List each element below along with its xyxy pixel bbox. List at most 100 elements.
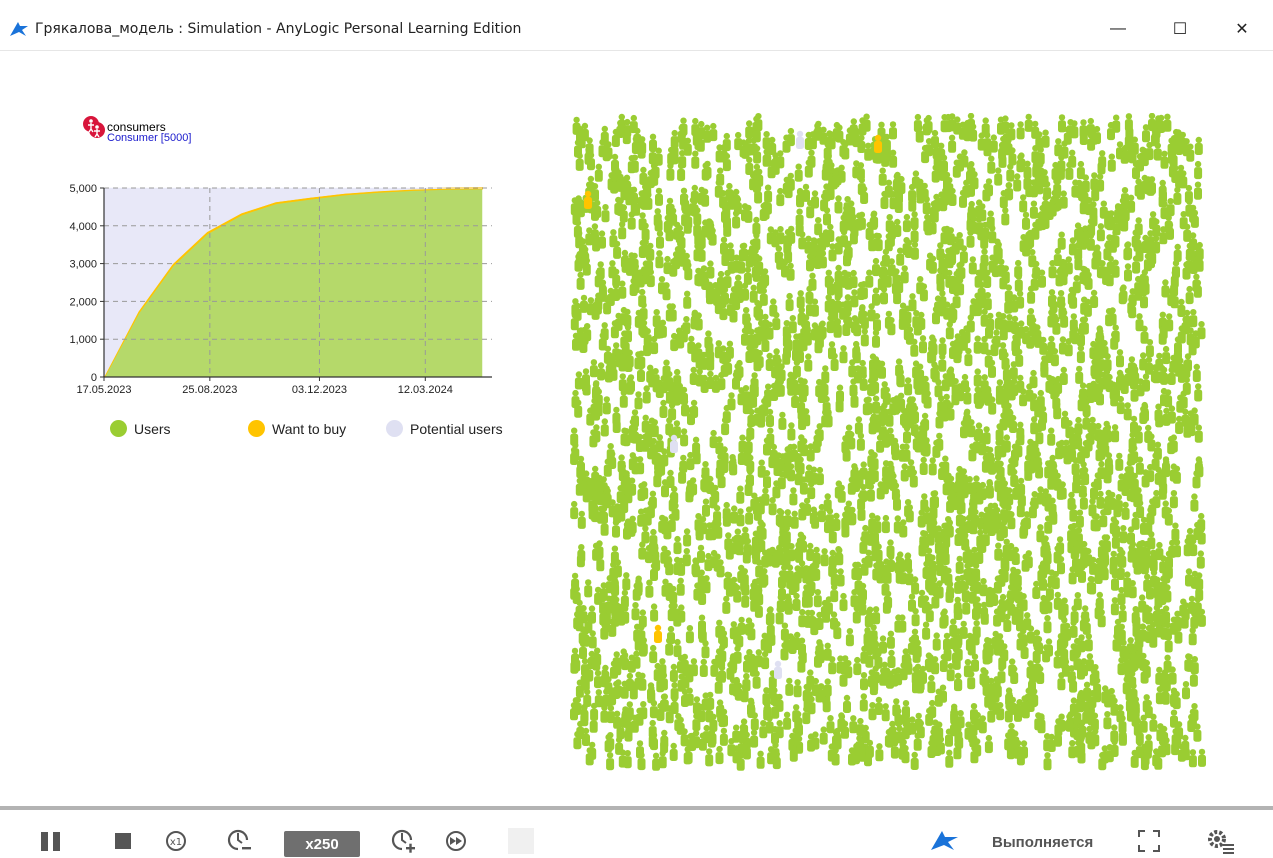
- agent-user: [889, 150, 897, 168]
- agent-user: [795, 164, 803, 182]
- agent-user: [626, 350, 634, 368]
- agent-user: [1155, 353, 1163, 371]
- agent-user: [618, 454, 626, 472]
- agent-user: [733, 679, 741, 697]
- agent-user: [1048, 459, 1056, 477]
- agent-user: [993, 239, 1001, 257]
- agent-user: [791, 511, 799, 529]
- agent-user: [721, 287, 729, 305]
- agent-user: [1011, 730, 1019, 748]
- agent-user: [898, 614, 906, 632]
- agent-user: [969, 256, 977, 274]
- agent-user: [1159, 226, 1167, 244]
- agent-user: [656, 230, 664, 248]
- agent-user: [990, 134, 998, 152]
- close-button[interactable]: ✕: [1211, 8, 1273, 50]
- agent-user: [1110, 516, 1118, 534]
- legend-label-potential-users: Potential users: [410, 421, 503, 437]
- agent-user: [885, 233, 893, 251]
- legend-item-users[interactable]: Users: [110, 420, 171, 437]
- settings-button[interactable]: [1206, 826, 1236, 856]
- agent-user: [769, 497, 777, 515]
- agent-user: [969, 516, 977, 534]
- agent-user: [584, 579, 592, 597]
- agent-user: [667, 626, 675, 644]
- agent-user: [956, 556, 964, 574]
- agent-user: [1174, 345, 1182, 363]
- agent-user: [721, 205, 729, 223]
- agent-user: [937, 273, 945, 291]
- agent-user: [816, 467, 824, 485]
- agent-user: [716, 746, 724, 764]
- agent-user: [744, 205, 752, 223]
- minimize-button[interactable]: —: [1087, 8, 1149, 50]
- agent-user: [693, 219, 701, 237]
- agent-user: [710, 659, 718, 677]
- agent-user: [1079, 317, 1087, 335]
- agent-user: [1172, 260, 1180, 278]
- window-title: Грякалова_модель : Simulation - AnyLogic…: [35, 21, 521, 37]
- speed-indicator[interactable]: x250: [284, 831, 360, 857]
- agent-user: [850, 226, 858, 244]
- realtime-button[interactable]: x1: [164, 826, 188, 856]
- agent-user: [987, 678, 995, 696]
- agent-user: [1061, 411, 1069, 429]
- agent-user: [850, 270, 858, 288]
- agent-user: [928, 563, 936, 581]
- agent-user: [665, 371, 673, 389]
- agent-user: [778, 412, 786, 430]
- agent-user: [938, 462, 946, 480]
- agent-user: [632, 275, 640, 293]
- agent-user: [702, 461, 710, 479]
- slow-down-button[interactable]: [226, 826, 254, 856]
- agent-user: [1080, 297, 1088, 315]
- agent-user: [716, 168, 724, 186]
- agent-user: [1021, 695, 1029, 713]
- agent-user: [628, 655, 636, 673]
- agent-user: [1027, 660, 1035, 678]
- agent-user: [814, 589, 822, 607]
- agent-user: [1090, 290, 1098, 308]
- speed-up-icon: [391, 829, 417, 853]
- agent-user: [814, 217, 822, 235]
- agent-user: [858, 597, 866, 615]
- legend-item-potential-users[interactable]: Potential users: [386, 420, 503, 437]
- legend-item-want-to-buy[interactable]: Want to buy: [248, 420, 346, 437]
- agent-user: [1085, 633, 1093, 651]
- agent-user: [753, 145, 761, 163]
- speed-up-button[interactable]: [390, 826, 418, 856]
- maximize-button[interactable]: ☐: [1149, 8, 1211, 50]
- agent-user: [642, 239, 650, 257]
- stop-button[interactable]: [113, 826, 133, 856]
- agent-user: [631, 425, 639, 443]
- step-button[interactable]: [508, 826, 534, 856]
- agent-user: [635, 391, 643, 409]
- agent-user: [580, 295, 588, 313]
- agent-user: [853, 318, 861, 336]
- agent-user: [1189, 709, 1197, 727]
- agent-user: [942, 530, 950, 548]
- agent-user: [1011, 316, 1019, 334]
- agent-user: [570, 501, 578, 519]
- agent-user: [734, 646, 742, 664]
- agent-user: [621, 681, 629, 699]
- agent-user: [601, 126, 609, 144]
- agent-user: [984, 292, 992, 310]
- agent-user: [1077, 345, 1085, 363]
- agent-user: [974, 368, 982, 386]
- agent-user: [1000, 322, 1008, 340]
- agent-user: [1016, 154, 1024, 172]
- agent-user: [687, 336, 695, 354]
- agent-population-view[interactable]: [568, 113, 1208, 773]
- agent-user: [702, 162, 710, 180]
- agent-user: [991, 338, 999, 356]
- anylogic-logo-icon: [8, 18, 30, 40]
- fullscreen-button[interactable]: [1136, 826, 1162, 856]
- agent-user: [848, 359, 856, 377]
- agent-user: [1016, 602, 1024, 620]
- pause-button[interactable]: [38, 826, 64, 856]
- agent-user: [655, 213, 663, 231]
- fast-forward-button[interactable]: [444, 826, 468, 856]
- agent-user: [681, 654, 689, 672]
- agent-user: [741, 568, 749, 586]
